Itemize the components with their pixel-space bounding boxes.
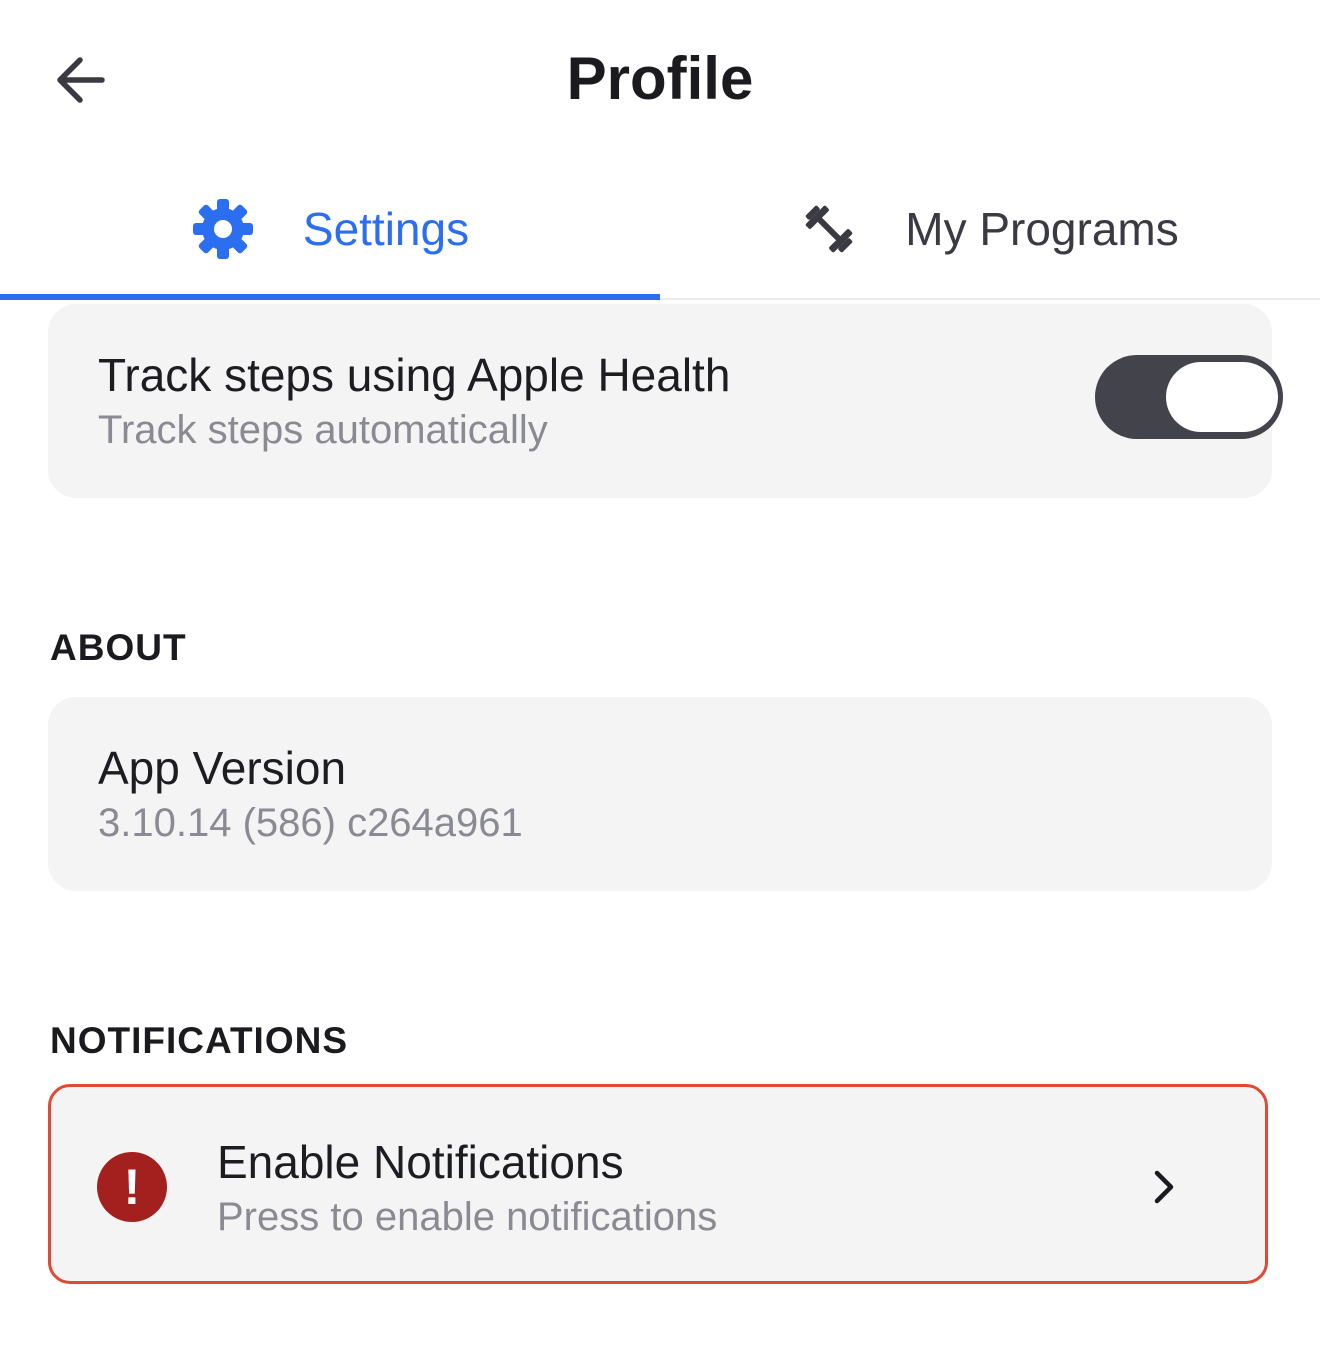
notifications-section-label: NOTIFICATIONS [50, 1020, 349, 1061]
track-steps-title: Track steps using Apple Health [98, 349, 731, 401]
tab-settings-label: Settings [302, 203, 470, 255]
active-tab-indicator [0, 294, 660, 300]
app-version-value: 3.10.14 (586) c264a961 [98, 801, 523, 845]
enable-notifications-button[interactable]: ! Enable Notifications Press to enable n… [48, 1084, 1268, 1284]
toggle-knob [1166, 362, 1278, 432]
apple-health-toggle[interactable] [1095, 355, 1283, 439]
tab-settings[interactable]: Settings [0, 160, 660, 298]
tab-my-programs-label: My Programs [905, 203, 1179, 255]
app-version-title: App Version [98, 742, 347, 794]
dumbbell-icon [806, 205, 853, 253]
chevron-right-icon [1154, 1170, 1174, 1204]
track-steps-subtitle: Track steps automatically [98, 408, 548, 452]
about-section-label: ABOUT [50, 627, 187, 668]
tab-bar: Settings My Programs [0, 160, 1320, 300]
gear-icon [192, 199, 253, 259]
track-steps-card: Track steps using Apple Health Track ste… [48, 304, 1283, 498]
header: Profile [0, 0, 1320, 160]
enable-notifications-title: Enable Notifications [217, 1136, 624, 1188]
tab-my-programs[interactable]: My Programs [660, 160, 1320, 298]
app-version-card: App Version 3.10.14 (586) c264a961 [48, 697, 1272, 891]
alert-icon: ! [97, 1152, 167, 1222]
page-title: Profile [566, 45, 754, 112]
enable-notifications-subtitle: Press to enable notifications [217, 1195, 718, 1239]
